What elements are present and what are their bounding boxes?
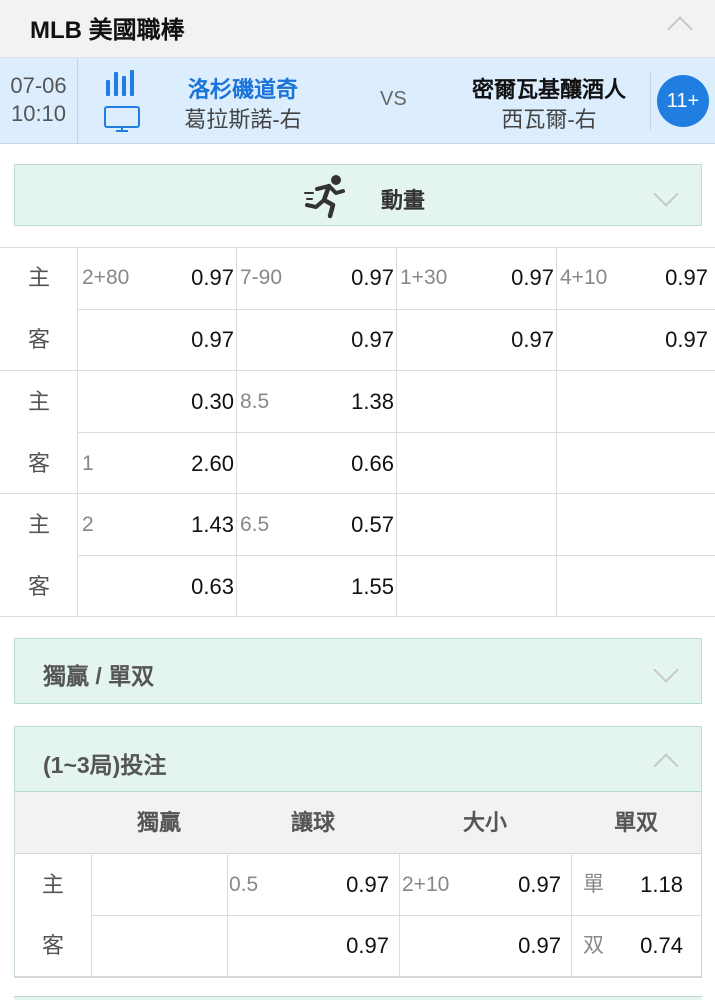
handicap-value: 4+10	[560, 266, 608, 289]
odd-value[interactable]: 0.97	[150, 247, 234, 309]
chevron-up-icon[interactable]	[667, 16, 693, 42]
innings-1-3-bar[interactable]: (1~3局)投注	[14, 726, 702, 792]
odd-value[interactable]: 0.97	[470, 309, 554, 371]
header-odd-even: 單双	[613, 810, 658, 835]
odd-value[interactable]: 2.60	[150, 433, 234, 495]
side-label-home: 主	[27, 512, 50, 537]
odd-value[interactable]: 0.30	[150, 371, 234, 433]
handicap-value: 8.5	[240, 390, 270, 413]
tv-icon[interactable]	[104, 106, 140, 134]
odd-even-label: 單	[583, 873, 604, 896]
odds-grid: 主 2+80 0.97 7-90 0.97 1+30 0.97 4+10 0.9…	[0, 247, 715, 617]
odd-value[interactable]: 0.97	[470, 247, 554, 309]
odd-value[interactable]: 0.74	[613, 915, 683, 977]
chevron-down-icon[interactable]	[653, 181, 679, 207]
chevron-up-icon[interactable]	[653, 753, 679, 779]
odd-value[interactable]: 0.66	[310, 433, 394, 495]
chevron-down-icon[interactable]	[653, 657, 679, 683]
side-label-home: 主	[41, 872, 64, 897]
win-oddeven-bar[interactable]: 獨贏 / 單双	[14, 638, 702, 704]
match-time: 10:10	[10, 101, 67, 126]
handicap-value: 2+80	[82, 266, 130, 289]
odd-value[interactable]: 0.97	[305, 915, 389, 977]
next-section-bar[interactable]	[14, 996, 702, 1000]
odd-value[interactable]: 0.57	[310, 494, 394, 556]
side-label-home: 主	[27, 265, 50, 290]
handicap-value: 0.5	[229, 873, 259, 896]
handicap-value: 2	[82, 513, 94, 536]
innings-table: 獨贏 讓球 大小 單双 主 0.5 0.97 2+10 0.97 單 1.18 …	[14, 792, 702, 978]
side-label-away: 客	[41, 933, 64, 958]
away-team-name: 密爾瓦基釀酒人	[471, 77, 626, 102]
odd-value[interactable]: 1.43	[150, 494, 234, 556]
more-bets-badge[interactable]: 11+	[657, 75, 709, 127]
handicap-value: 1+30	[400, 266, 448, 289]
handicap-value: 1	[82, 452, 94, 475]
odd-value[interactable]: 0.97	[477, 854, 561, 916]
header-win: 獨贏	[136, 810, 181, 835]
odd-value[interactable]: 1.55	[310, 556, 394, 618]
odd-value[interactable]: 0.97	[477, 915, 561, 977]
away-pitcher: 西瓦爾-右	[501, 107, 597, 132]
side-label-away: 客	[27, 451, 50, 476]
handicap-value: 6.5	[240, 513, 270, 536]
odd-value[interactable]: 0.97	[305, 854, 389, 916]
header-handicap: 讓球	[290, 810, 335, 835]
over-under-value: 2+10	[402, 873, 450, 896]
home-pitcher: 葛拉斯諾-右	[184, 107, 302, 132]
odd-value[interactable]: 1.18	[613, 854, 683, 916]
league-title: MLB 美國職棒	[30, 17, 185, 44]
header-over-under: 大小	[462, 810, 507, 835]
win-oddeven-label: 獨贏 / 單双	[43, 663, 155, 689]
home-team-name: 洛杉磯道奇	[187, 77, 298, 102]
match-date: 07-06	[10, 73, 67, 98]
side-label-home: 主	[27, 389, 50, 414]
odd-value[interactable]: 0.97	[624, 247, 708, 309]
odd-value[interactable]: 0.97	[310, 309, 394, 371]
stats-icon[interactable]	[106, 70, 140, 96]
vs-label: VS	[380, 88, 407, 110]
handicap-value: 7-90	[240, 266, 283, 289]
odd-value[interactable]: 0.97	[310, 247, 394, 309]
odd-even-label: 双	[583, 934, 604, 957]
side-label-away: 客	[27, 327, 50, 352]
odd-value[interactable]: 0.97	[624, 309, 708, 371]
match-row[interactable]: 07-06 10:10 洛杉磯道奇 葛拉斯諾-右 VS 密爾瓦基釀酒人 西瓦爾-…	[0, 58, 715, 144]
runner-icon	[304, 175, 345, 219]
odd-value[interactable]: 0.63	[150, 556, 234, 618]
innings-1-3-label: (1~3局)投注	[43, 752, 167, 778]
match-datetime: 07-06 10:10	[0, 58, 78, 144]
animation-label: 動畫	[381, 188, 426, 213]
side-label-away: 客	[27, 574, 50, 599]
league-header[interactable]: MLB 美國職棒	[0, 0, 715, 58]
divider	[650, 72, 651, 130]
innings-table-header: 獨贏 讓球 大小 單双	[15, 792, 701, 854]
odd-value[interactable]: 0.97	[150, 309, 234, 371]
odd-value[interactable]: 1.38	[310, 371, 394, 433]
animation-bar[interactable]: 動畫	[14, 164, 702, 226]
